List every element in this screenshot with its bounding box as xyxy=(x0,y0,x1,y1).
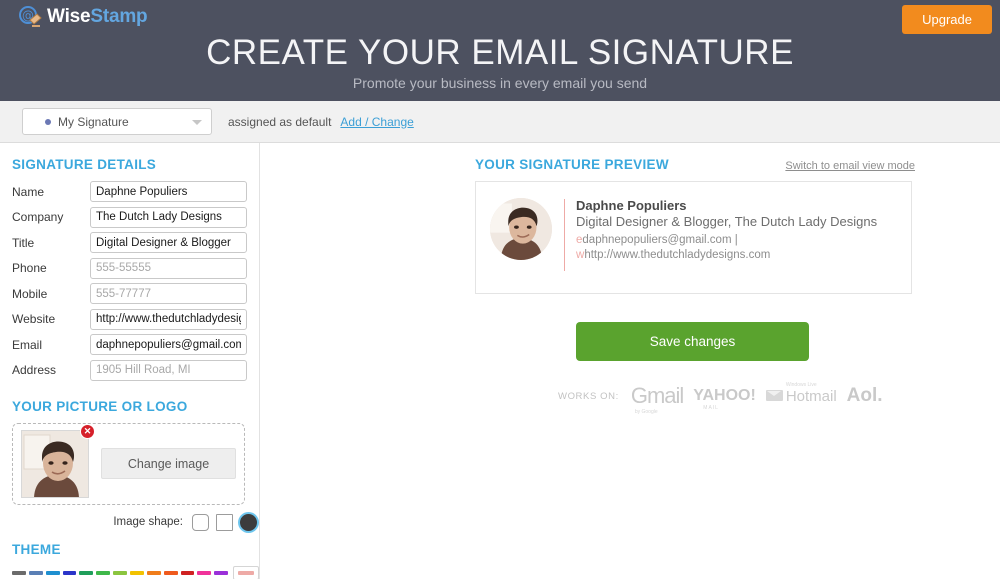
field-label-company: Company xyxy=(12,210,64,224)
signature-contact: edaphnepopuliers@gmail.com | whttp://www… xyxy=(576,233,877,263)
theme-swatch-selected[interactable] xyxy=(233,565,259,579)
chevron-down-icon xyxy=(192,120,202,125)
signature-toolbar: My Signature assigned as default Add / C… xyxy=(0,101,1000,143)
works-on-row: WORKS ON: Gmail by Google YAHOO! MAIL Hotm… xyxy=(558,382,1000,416)
app-logo[interactable]: @ WiseStamp xyxy=(18,5,148,29)
image-shape-label: Image shape: xyxy=(113,516,183,528)
theme-swatch-8[interactable] xyxy=(146,570,161,575)
page-subtitle: Promote your business in every email you… xyxy=(352,75,648,91)
field-row-email: Email xyxy=(12,334,259,355)
field-row-website: Website xyxy=(12,308,259,330)
picture-section: YOUR PICTURE OR LOGO ✕ Change image Imag… xyxy=(12,399,259,531)
field-label-phone: Phone xyxy=(12,261,47,275)
field-row-address: Address xyxy=(12,359,259,381)
logo-text: WiseStamp xyxy=(47,6,148,28)
theme-swatch-10[interactable] xyxy=(180,570,195,575)
works-on-label: WORKS ON: xyxy=(558,390,619,402)
field-input-website[interactable] xyxy=(90,308,247,330)
theme-swatch-3[interactable] xyxy=(62,570,77,575)
change-image-button[interactable]: Change image xyxy=(101,448,236,479)
field-input-phone[interactable] xyxy=(90,257,247,279)
main-body: SIGNATURE DETAILS Name Company Title Phone M… xyxy=(0,143,1000,579)
add-change-link[interactable]: Add / Change xyxy=(340,115,413,129)
logo-wise: Wise xyxy=(47,6,91,27)
field-label-name: Name xyxy=(12,184,45,199)
field-row-title: Title xyxy=(12,232,259,253)
yahoo-logo-icon: YAHOO! MAIL xyxy=(693,387,756,411)
avatar xyxy=(490,198,552,260)
theme-swatch-0[interactable] xyxy=(12,570,26,575)
field-input-email[interactable] xyxy=(90,334,247,355)
theme-heading: THEME xyxy=(12,541,61,557)
theme-swatch-1[interactable] xyxy=(28,570,43,575)
signature-select-value: My Signature xyxy=(58,114,129,129)
field-row-mobile: Mobile xyxy=(12,283,259,304)
theme-swatch-11[interactable] xyxy=(197,570,212,575)
switch-view-mode-link[interactable]: Switch to email view mode xyxy=(785,160,915,172)
details-sidebar: SIGNATURE DETAILS Name Company Title Phone M… xyxy=(0,143,260,579)
picture-dropzone[interactable]: ✕ Change image xyxy=(12,422,245,505)
remove-image-icon[interactable]: ✕ xyxy=(80,423,95,439)
field-label-mobile: Mobile xyxy=(12,286,48,301)
field-row-company: Company xyxy=(12,206,259,228)
picture-thumbnail[interactable] xyxy=(21,429,89,498)
picture-thumbnail-wrap: ✕ xyxy=(21,423,95,498)
theme-swatch-4[interactable] xyxy=(79,570,94,575)
aol-logo-icon: Aol. xyxy=(846,385,883,406)
field-label-website: Website xyxy=(12,312,56,326)
signature-details-heading: SIGNATURE DETAILS xyxy=(12,157,157,172)
image-shape-row: Image shape: xyxy=(12,513,257,531)
theme-section: THEME xyxy=(12,542,259,579)
app-header: @ WiseStamp Upgrade CREATE YOUR EMAIL SI… xyxy=(0,0,1000,101)
envelope-icon xyxy=(765,389,783,401)
preview-heading: YOUR SIGNATURE PREVIEW xyxy=(475,157,669,172)
signature-name: Daphne Populiers xyxy=(576,198,687,213)
theme-swatch-5[interactable] xyxy=(96,570,111,575)
field-input-mobile[interactable] xyxy=(90,283,247,304)
page-title: CREATE YOUR EMAIL SIGNATURE xyxy=(206,33,794,72)
signature-role: Digital Designer & Blogger, The Dutch La… xyxy=(576,214,878,229)
signature-details-form: Name Company Title Phone Mobile Website Email A… xyxy=(12,181,259,381)
upgrade-button[interactable]: Upgrade xyxy=(902,5,992,34)
email-value: daphnepopuliers@gmail.com | xyxy=(582,234,738,246)
gmail-logo-icon: Gmail by Google xyxy=(630,383,684,415)
web-value: http://www.thedutchladydesigns.com xyxy=(584,249,771,261)
hotmail-logo-icon: Hotmail Windows Live xyxy=(765,382,837,405)
field-input-company[interactable] xyxy=(90,206,247,228)
signature-text-block: Daphne Populiers Digital Designer & Blog… xyxy=(576,198,877,263)
theme-swatch-12[interactable] xyxy=(214,570,229,575)
field-input-name[interactable] xyxy=(90,181,247,202)
theme-swatch-row xyxy=(12,565,259,579)
field-row-name: Name xyxy=(12,181,259,202)
theme-swatch-9[interactable] xyxy=(163,570,178,575)
field-input-title[interactable] xyxy=(90,232,247,253)
preview-panel: YOUR SIGNATURE PREVIEW Switch to email v… xyxy=(260,143,1000,579)
logo-stamp: Stamp xyxy=(90,6,148,27)
theme-swatch-2[interactable] xyxy=(45,570,60,575)
assigned-as-default-label: assigned as default xyxy=(228,114,332,129)
theme-swatch-7[interactable] xyxy=(130,570,144,575)
signature-divider xyxy=(564,199,565,271)
preview-header: YOUR SIGNATURE PREVIEW Switch to email v… xyxy=(475,157,915,172)
shape-option-rounded-square[interactable] xyxy=(192,513,209,531)
shape-option-circle[interactable] xyxy=(240,513,257,531)
field-label-email: Email xyxy=(12,337,43,352)
at-stamp-icon: @ xyxy=(18,5,42,29)
shape-option-square[interactable] xyxy=(216,513,233,531)
signature-web-line: whttp://www.thedutchladydesigns.com xyxy=(576,248,877,263)
theme-swatch-6[interactable] xyxy=(113,570,128,575)
signature-dot-icon xyxy=(45,118,51,125)
field-input-address[interactable] xyxy=(90,359,247,381)
save-changes-button[interactable]: Save changes xyxy=(576,322,809,361)
picture-heading: YOUR PICTURE OR LOGO xyxy=(12,398,188,414)
field-label-title: Title xyxy=(12,235,35,250)
signature-preview-box: Daphne Populiers Digital Designer & Blog… xyxy=(475,181,912,294)
field-row-phone: Phone xyxy=(12,257,259,279)
signature-select[interactable]: My Signature xyxy=(22,108,212,135)
signature-email-line: edaphnepopuliers@gmail.com | xyxy=(576,233,877,248)
field-label-address: Address xyxy=(12,363,57,377)
